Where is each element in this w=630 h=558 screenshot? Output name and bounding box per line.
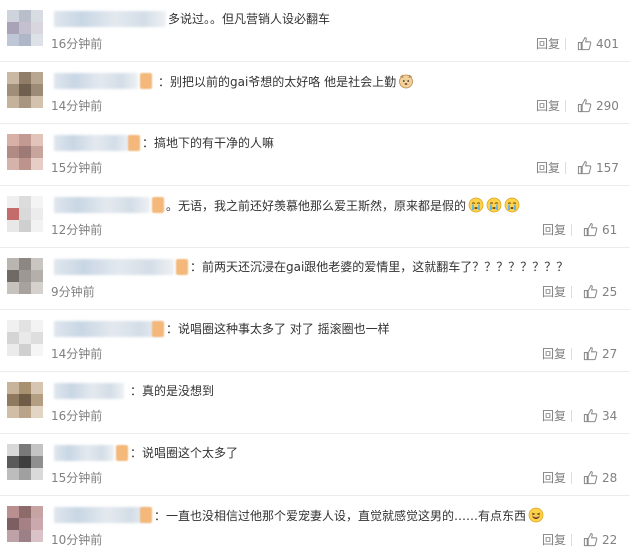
username-blurred[interactable] bbox=[54, 197, 150, 213]
comment-item: 多说过。。但凡营销人设必翻车 16分钟前 回复 401 bbox=[0, 0, 630, 62]
like-count: 25 bbox=[602, 285, 618, 299]
thumbs-up-icon[interactable] bbox=[583, 222, 598, 237]
timestamp: 10分钟前 bbox=[51, 533, 103, 547]
timestamp: 16分钟前 bbox=[51, 409, 103, 423]
like-count: 34 bbox=[602, 409, 618, 423]
member-badge bbox=[140, 507, 152, 523]
comment-text: ：说唱圈这个太多了 bbox=[130, 446, 239, 460]
divider bbox=[571, 410, 572, 422]
like-count: 290 bbox=[596, 99, 619, 113]
reply-button[interactable]: 回复 bbox=[542, 471, 566, 485]
avatar[interactable] bbox=[7, 196, 43, 232]
comment-item: ：别把以前的gai爷想的太好咯 他是社会上勤 14分钟前 回复 290 bbox=[0, 62, 630, 124]
like-count: 61 bbox=[602, 223, 618, 237]
comment-text: ：搞地下的有干净的人嘛 bbox=[142, 136, 275, 150]
thumbs-up-icon[interactable] bbox=[583, 532, 598, 547]
timestamp: 16分钟前 bbox=[51, 37, 103, 51]
comment-text: ：前两天还沉浸在gai跟他老婆的爱情里，这就翻车了？？？？？？？？ bbox=[190, 260, 569, 274]
reply-button[interactable]: 回复 bbox=[542, 223, 566, 237]
divider bbox=[571, 534, 572, 546]
divider bbox=[565, 38, 566, 50]
thumbs-up-icon[interactable] bbox=[583, 346, 598, 361]
thumbs-up-icon[interactable] bbox=[583, 408, 598, 423]
member-badge bbox=[176, 259, 188, 275]
divider bbox=[571, 286, 572, 298]
timestamp: 14分钟前 bbox=[51, 347, 103, 361]
reply-button[interactable]: 回复 bbox=[536, 37, 560, 51]
like-count: 22 bbox=[602, 533, 618, 547]
divider bbox=[571, 348, 572, 360]
thumbs-up-icon[interactable] bbox=[583, 284, 598, 299]
comment-text: ：别把以前的gai爷想的太好咯 他是社会上勤 bbox=[158, 73, 414, 90]
member-badge bbox=[140, 73, 152, 89]
thumbs-up-icon[interactable] bbox=[577, 36, 592, 51]
comment-text: ：说唱圈这种事太多了 对了 摇滚圈也一样 bbox=[166, 322, 390, 336]
avatar[interactable] bbox=[7, 134, 43, 170]
reply-button[interactable]: 回复 bbox=[542, 533, 566, 547]
avatar[interactable] bbox=[7, 72, 43, 108]
timestamp: 12分钟前 bbox=[51, 223, 103, 237]
divider bbox=[565, 162, 566, 174]
reply-button[interactable]: 回复 bbox=[542, 285, 566, 299]
comment-list: 多说过。。但凡营销人设必翻车 16分钟前 回复 401 ：别把以前的gai爷想的… bbox=[0, 0, 630, 557]
avatar[interactable] bbox=[7, 320, 43, 356]
avatar[interactable] bbox=[7, 444, 43, 480]
thumbs-up-icon[interactable] bbox=[577, 98, 592, 113]
crying-face-emoji-icon bbox=[468, 197, 484, 213]
thumbs-up-icon[interactable] bbox=[583, 470, 598, 485]
comment-item: ：说唱圈这种事太多了 对了 摇滚圈也一样 14分钟前 回复 27 bbox=[0, 310, 630, 372]
timestamp: 9分钟前 bbox=[51, 285, 95, 299]
crying-face-emoji-icon bbox=[504, 197, 520, 213]
comment-text: 多说过。。但凡营销人设必翻车 bbox=[168, 12, 331, 26]
avatar[interactable] bbox=[7, 258, 43, 294]
username-blurred[interactable] bbox=[54, 321, 162, 337]
reply-button[interactable]: 回复 bbox=[536, 99, 560, 113]
comment-item: ：真的是没想到 16分钟前 回复 34 bbox=[0, 372, 630, 434]
username-blurred[interactable] bbox=[54, 507, 150, 523]
avatar[interactable] bbox=[7, 10, 43, 46]
like-count: 28 bbox=[602, 471, 618, 485]
avatar[interactable] bbox=[7, 382, 43, 418]
timestamp: 14分钟前 bbox=[51, 99, 103, 113]
avatar[interactable] bbox=[7, 506, 43, 542]
username-blurred[interactable] bbox=[54, 11, 166, 27]
username-blurred[interactable] bbox=[54, 135, 130, 151]
crying-face-emoji-icon bbox=[486, 197, 502, 213]
comment-item: ：一直也没相信过他那个爱宠妻人设，直觉就感觉这男的……有点东西 10分钟前 回复… bbox=[0, 496, 630, 558]
laughing-face-emoji-icon bbox=[528, 507, 544, 523]
username-blurred[interactable] bbox=[54, 445, 114, 461]
comment-text: 。无语，我之前还好羡慕他那么爱王斯然，原来都是假的 bbox=[166, 197, 520, 214]
comment-item: 。无语，我之前还好羡慕他那么爱王斯然，原来都是假的 12分钟前 回复 61 bbox=[0, 186, 630, 248]
dog-face-emoji-icon bbox=[399, 74, 414, 89]
like-count: 27 bbox=[602, 347, 618, 361]
member-badge bbox=[128, 135, 140, 151]
member-badge bbox=[152, 321, 164, 337]
member-badge bbox=[116, 445, 128, 461]
timestamp: 15分钟前 bbox=[51, 471, 103, 485]
thumbs-up-icon[interactable] bbox=[577, 160, 592, 175]
comment-item: ：搞地下的有干净的人嘛 15分钟前 回复 157 bbox=[0, 124, 630, 186]
member-badge bbox=[152, 197, 164, 213]
reply-button[interactable]: 回复 bbox=[542, 347, 566, 361]
divider bbox=[571, 224, 572, 236]
timestamp: 15分钟前 bbox=[51, 161, 103, 175]
like-count: 157 bbox=[596, 161, 619, 175]
divider bbox=[571, 472, 572, 484]
reply-button[interactable]: 回复 bbox=[536, 161, 560, 175]
reply-button[interactable]: 回复 bbox=[542, 409, 566, 423]
comment-item: ：前两天还沉浸在gai跟他老婆的爱情里，这就翻车了？？？？？？？？ 9分钟前 回… bbox=[0, 248, 630, 310]
username-blurred[interactable] bbox=[54, 73, 138, 89]
comment-text: ：一直也没相信过他那个爱宠妻人设，直觉就感觉这男的……有点东西 bbox=[154, 507, 544, 524]
username-blurred[interactable] bbox=[54, 383, 124, 399]
like-count: 401 bbox=[596, 37, 619, 51]
username-blurred[interactable] bbox=[54, 259, 174, 275]
comment-item: ：说唱圈这个太多了 15分钟前 回复 28 bbox=[0, 434, 630, 496]
divider bbox=[565, 100, 566, 112]
comment-text: ：真的是没想到 bbox=[130, 384, 215, 398]
